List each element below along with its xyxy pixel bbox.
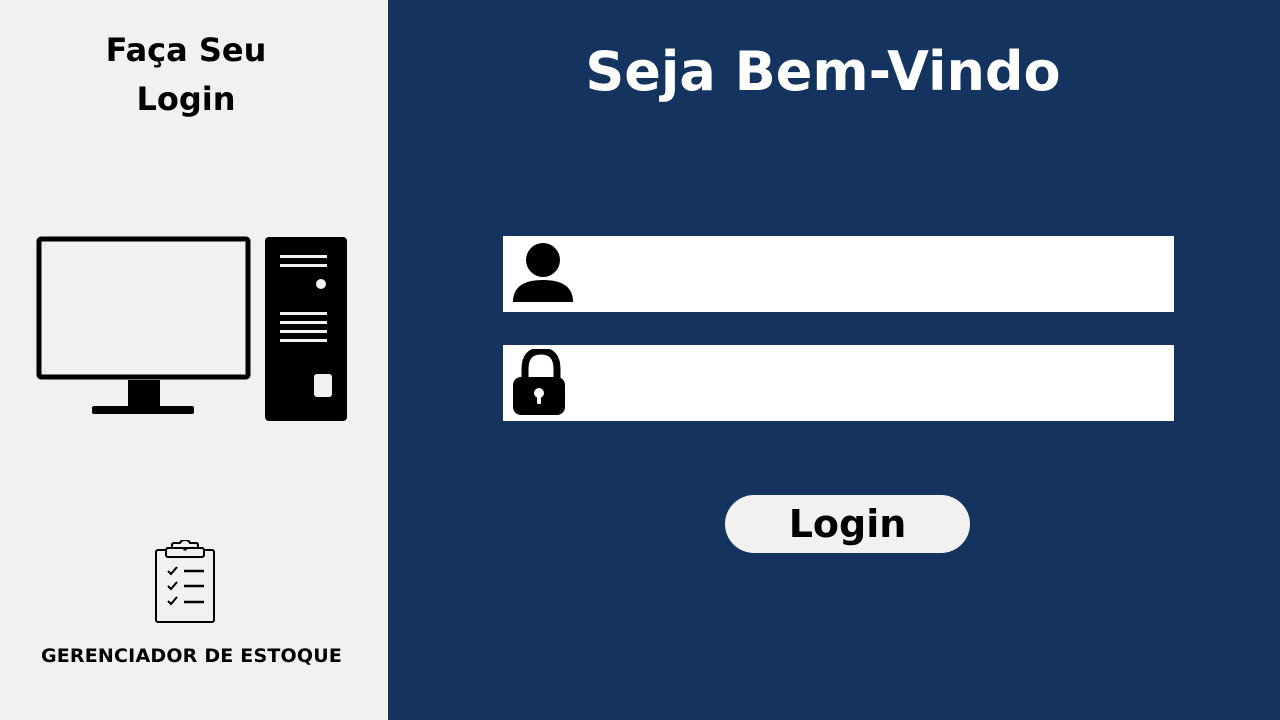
login-page: Faça Seu Login GERENCIADOR DE ESTOQUE Se…: [0, 0, 1280, 720]
login-form-panel: Seja Bem-Vindo Login: [388, 0, 1280, 720]
desktop-computer-icon: [36, 236, 347, 421]
lock-icon: [513, 349, 565, 415]
username-input[interactable]: [583, 236, 1163, 312]
login-heading-line2: Login: [136, 80, 236, 118]
login-heading: Faça Seu Login: [0, 26, 372, 124]
username-field[interactable]: [503, 236, 1174, 312]
left-panel: Faça Seu Login GERENCIADOR DE ESTOQUE: [0, 0, 388, 720]
password-field[interactable]: [503, 345, 1174, 421]
user-icon: [513, 243, 573, 302]
login-button[interactable]: Login: [725, 495, 970, 553]
app-name: GERENCIADOR DE ESTOQUE: [40, 645, 343, 667]
password-input[interactable]: [583, 345, 1163, 421]
welcome-title: Seja Bem-Vindo: [585, 40, 1061, 103]
login-heading-line1: Faça Seu: [105, 31, 267, 69]
clipboard-checklist-icon: [155, 540, 215, 623]
